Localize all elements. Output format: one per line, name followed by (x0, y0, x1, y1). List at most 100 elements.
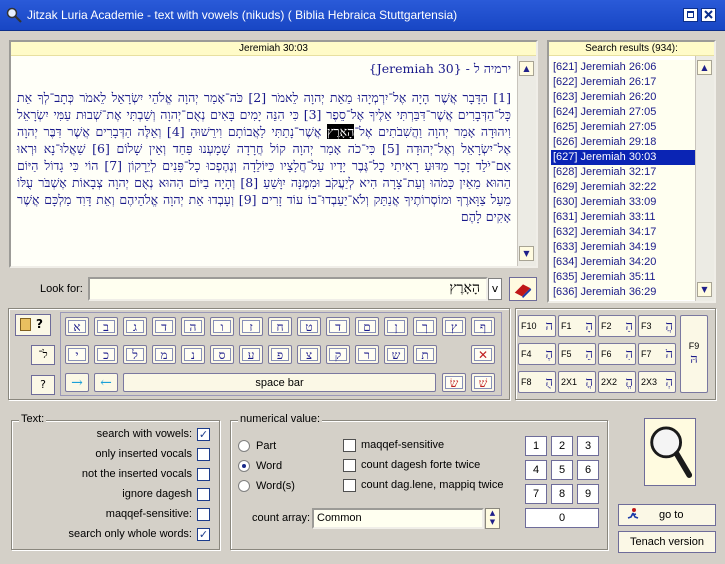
result-item[interactable]: [625] Jeremiah 27:05 (551, 120, 695, 135)
text-option-checkbox[interactable]: ✓ (197, 528, 210, 541)
letter-key[interactable]: נ (181, 345, 205, 364)
text-option-checkbox[interactable] (197, 508, 210, 521)
result-item[interactable]: [624] Jeremiah 27:05 (551, 105, 695, 120)
letter-key[interactable]: כ (94, 345, 118, 364)
help-button[interactable]: ? (31, 375, 55, 395)
look-for-input[interactable]: הָאָרֶץ (88, 277, 488, 301)
vowel-key[interactable]: F1 הָ (558, 315, 596, 337)
result-item[interactable]: [634] Jeremiah 34:20 (551, 255, 695, 270)
numpad-key[interactable]: 0 (525, 508, 599, 528)
scroll-down-icon[interactable]: ▼ (697, 282, 712, 297)
result-item[interactable]: [621] Jeremiah 26:06 (551, 60, 695, 75)
letter-key[interactable]: ה (181, 317, 205, 336)
result-item[interactable]: [628] Jeremiah 32:17 (551, 165, 695, 180)
numeric-checkbox[interactable] (343, 459, 356, 472)
result-item[interactable]: [626] Jeremiah 29:18 (551, 135, 695, 150)
vowel-key[interactable]: 2X2 הֱ (598, 371, 636, 393)
vowel-key-f9[interactable]: F9 הּ (680, 315, 708, 393)
cursor-right-key[interactable]: → (65, 373, 89, 392)
result-item[interactable]: [627] Jeremiah 30:03 (551, 150, 695, 165)
tenach-version-button[interactable]: Tenach version (618, 531, 716, 553)
vowel-key[interactable]: F8 הֻ (518, 371, 556, 393)
scroll-up-icon[interactable]: ▲ (697, 60, 712, 75)
numeric-radio[interactable] (238, 460, 250, 472)
table-help-button[interactable]: ? (15, 314, 51, 336)
result-item[interactable]: [629] Jeremiah 32:22 (551, 180, 695, 195)
result-item[interactable]: [633] Jeremiah 34:19 (551, 240, 695, 255)
letter-key[interactable]: ת (413, 345, 437, 364)
numpad-key[interactable]: 7 (525, 484, 547, 504)
shin-key[interactable]: שׂ (442, 373, 466, 392)
close-button[interactable] (701, 8, 716, 22)
numpad-key[interactable]: 6 (577, 460, 599, 480)
vowel-key[interactable]: 2X3 הְ (638, 371, 676, 393)
letter-key[interactable]: ב (94, 317, 118, 336)
numpad-key[interactable]: 8 (551, 484, 573, 504)
letter-key[interactable]: ג (123, 317, 147, 336)
vowel-key[interactable]: 2X1 הֳ (558, 371, 596, 393)
vowel-key[interactable]: F6 הִ (598, 343, 636, 365)
text-option-checkbox[interactable] (197, 488, 210, 501)
letter-key[interactable]: ז (239, 317, 263, 336)
results-list[interactable]: [621] Jeremiah 26:06 [622] Jeremiah 26:17… (551, 60, 695, 300)
result-item[interactable]: [622] Jeremiah 26:17 (551, 75, 695, 90)
text-option-checkbox[interactable] (197, 468, 210, 481)
go-to-button[interactable]: go to (618, 504, 716, 526)
vowel-key[interactable]: F3 הֲ (638, 315, 676, 337)
letter-key[interactable]: ק (326, 345, 350, 364)
text-scrollbar[interactable]: ▲ ▼ (517, 56, 536, 266)
letter-key[interactable]: ך (413, 317, 437, 336)
result-item[interactable]: [631] Jeremiah 33:11 (551, 210, 695, 225)
result-item[interactable]: [632] Jeremiah 34:17 (551, 225, 695, 240)
numpad-key[interactable]: 5 (551, 460, 573, 480)
scroll-up-icon[interactable]: ▲ (519, 61, 534, 76)
maqqef-button[interactable]: ל־ (31, 345, 55, 365)
maximize-button[interactable] (683, 8, 698, 22)
letter-key[interactable]: ץ (442, 317, 466, 336)
letter-key[interactable]: ח (268, 317, 292, 336)
dropdown-button[interactable]: v (488, 278, 502, 300)
vowel-key[interactable]: F5 הֵ (558, 343, 596, 365)
result-item[interactable]: [623] Jeremiah 26:20 (551, 90, 695, 105)
letter-key[interactable]: ס (210, 345, 234, 364)
numpad-key[interactable]: 4 (525, 460, 547, 480)
eraser-button[interactable] (509, 277, 537, 301)
letter-key[interactable]: ד (326, 317, 350, 336)
numpad-key[interactable]: 3 (577, 436, 599, 456)
letter-key[interactable]: מ (152, 345, 176, 364)
text-option-checkbox[interactable]: ✓ (197, 428, 210, 441)
results-scrollbar[interactable]: ▲ ▼ (695, 56, 714, 301)
result-item[interactable]: [630] Jeremiah 33:09 (551, 195, 695, 210)
count-array-spinner[interactable]: ▲ ▼ (485, 508, 500, 529)
numeric-radio[interactable] (238, 440, 250, 452)
letter-key[interactable]: ש (384, 345, 408, 364)
letter-key[interactable]: ע (239, 345, 263, 364)
numeric-radio[interactable] (238, 480, 250, 492)
letter-key[interactable]: ם (355, 317, 379, 336)
space-bar-key[interactable]: space bar (123, 373, 436, 392)
letter-key[interactable]: ר (355, 345, 379, 364)
scroll-down-icon[interactable]: ▼ (519, 246, 534, 261)
cursor-left-key[interactable]: ← (94, 373, 118, 392)
text-content[interactable]: ירמיה ל - {Jeremiah 30} [1] הַדָּבָר אֲש… (11, 56, 517, 266)
numpad-key[interactable]: 2 (551, 436, 573, 456)
vowel-key[interactable]: F4 הֶ (518, 343, 556, 365)
clear-key[interactable]: ✕ (471, 345, 495, 364)
numeric-checkbox[interactable] (343, 439, 356, 452)
letter-key[interactable]: י (65, 345, 89, 364)
letter-key[interactable]: צ (297, 345, 321, 364)
numpad-key[interactable]: 1 (525, 436, 547, 456)
search-button[interactable] (644, 418, 696, 486)
letter-key[interactable]: ל (123, 345, 147, 364)
letter-key[interactable]: ף (471, 317, 495, 336)
count-array-field[interactable]: Common (312, 508, 484, 529)
result-item[interactable]: [635] Jeremiah 35:11 (551, 270, 695, 285)
vowel-key[interactable]: F10 ה (518, 315, 556, 337)
letter-key[interactable]: ן (384, 317, 408, 336)
letter-key[interactable]: א (65, 317, 89, 336)
numpad-key[interactable]: 9 (577, 484, 599, 504)
vowel-key[interactable]: F7 הֹ (638, 343, 676, 365)
letter-key[interactable]: ו (210, 317, 234, 336)
vowel-key[interactable]: F2 הַ (598, 315, 636, 337)
text-option-checkbox[interactable] (197, 448, 210, 461)
